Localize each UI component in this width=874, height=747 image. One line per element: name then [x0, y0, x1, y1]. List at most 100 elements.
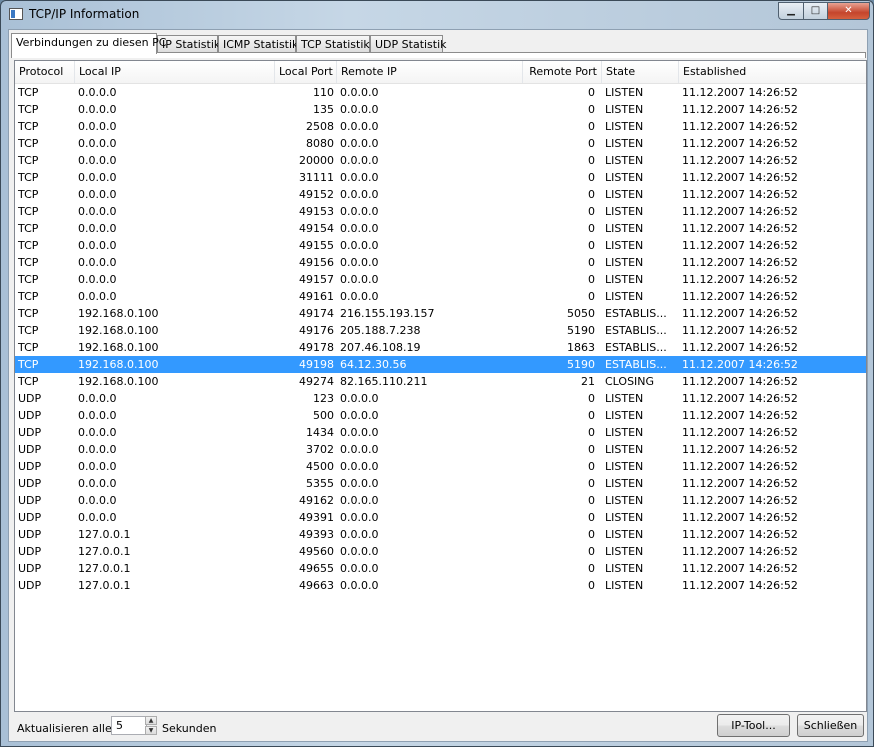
cell-local-ip: 0.0.0.0 — [78, 511, 117, 524]
table-row[interactable]: TCP 192.168.0.100 49178 207.46.108.19 1863 ES… — [15, 339, 866, 356]
table-row[interactable]: TCP 0.0.0.0 49153 0.0.0.0 0 LISTEN 11.12.2007 … — [15, 203, 866, 220]
connections-list[interactable]: Protocol Local IP Local Port Remote IP R… — [14, 60, 867, 712]
cell-established: 11.12.2007 14:26:52 — [682, 341, 798, 354]
cell-protocol: UDP — [18, 392, 42, 405]
table-row[interactable]: UDP 0.0.0.0 500 0.0.0.0 0 LISTEN 11.12.2007 14… — [15, 407, 866, 424]
table-row[interactable]: TCP 0.0.0.0 49156 0.0.0.0 0 LISTEN 11.12.2007 … — [15, 254, 866, 271]
cell-established: 11.12.2007 14:26:52 — [682, 290, 798, 303]
table-row[interactable]: UDP 127.0.0.1 49663 0.0.0.0 0 LISTEN 11.12.200… — [15, 577, 866, 594]
cell-established: 11.12.2007 14:26:52 — [682, 545, 798, 558]
table-row[interactable]: TCP 0.0.0.0 49154 0.0.0.0 0 LISTEN 11.12.2007 … — [15, 220, 866, 237]
column-header-protocol[interactable]: Protocol — [15, 61, 75, 83]
cell-state: LISTEN — [605, 460, 644, 473]
cell-state: LISTEN — [605, 120, 644, 133]
cell-local-ip: 0.0.0.0 — [78, 137, 117, 150]
table-row[interactable]: UDP 0.0.0.0 49162 0.0.0.0 0 LISTEN 11.12.2007 … — [15, 492, 866, 509]
cell-remote-ip: 0.0.0.0 — [340, 426, 379, 439]
cell-remote-port: 0 — [588, 222, 595, 235]
cell-remote-port: 0 — [588, 460, 595, 473]
table-row[interactable]: UDP 127.0.0.1 49655 0.0.0.0 0 LISTEN 11.12.200… — [15, 560, 866, 577]
table-row[interactable]: TCP 0.0.0.0 8080 0.0.0.0 0 LISTEN 11.12.2007 1… — [15, 135, 866, 152]
table-row[interactable]: TCP 192.168.0.100 49174 216.155.193.157 5050… — [15, 305, 866, 322]
cell-local-ip: 0.0.0.0 — [78, 426, 117, 439]
tab-udp-statistik[interactable]: UDP Statistik — [370, 35, 447, 53]
cell-state: LISTEN — [605, 103, 644, 116]
cell-local-ip: 127.0.0.1 — [78, 562, 131, 575]
cell-established: 11.12.2007 14:26:52 — [682, 426, 798, 439]
cell-established: 11.12.2007 14:26:52 — [682, 239, 798, 252]
column-header-local-port[interactable]: Local Port — [275, 61, 337, 83]
window-close-button[interactable]: ✕ — [827, 2, 870, 20]
column-header-established[interactable]: Established — [679, 61, 866, 83]
tab-icmp-statistik[interactable]: ICMP Statistik — [218, 35, 298, 53]
minimize-button[interactable]: ▁ — [778, 2, 804, 20]
spin-up-icon[interactable]: ▲ — [145, 716, 157, 725]
maximize-button[interactable]: □ — [803, 2, 828, 20]
table-row[interactable]: TCP 192.168.0.100 49198 64.12.30.56 5190 ESTA… — [15, 356, 866, 373]
tab-tcp-statistik[interactable]: TCP Statistik — [296, 35, 370, 53]
table-row[interactable]: UDP 127.0.0.1 49560 0.0.0.0 0 LISTEN 11.12.200… — [15, 543, 866, 560]
table-row[interactable]: TCP 0.0.0.0 20000 0.0.0.0 0 LISTEN 11.12.2007 … — [15, 152, 866, 169]
spin-down-icon[interactable]: ▼ — [145, 726, 157, 735]
cell-local-ip: 0.0.0.0 — [78, 239, 117, 252]
cell-local-ip: 0.0.0.0 — [78, 494, 117, 507]
cell-remote-ip: 82.165.110.211 — [340, 375, 428, 388]
cell-protocol: TCP — [18, 358, 39, 371]
table-row[interactable]: UDP 0.0.0.0 5355 0.0.0.0 0 LISTEN 11.12.2007 1… — [15, 475, 866, 492]
close-button[interactable]: Schließen — [797, 714, 864, 737]
cell-remote-port: 0 — [588, 562, 595, 575]
cell-remote-ip: 0.0.0.0 — [340, 205, 379, 218]
cell-remote-ip: 0.0.0.0 — [340, 511, 379, 524]
cell-protocol: UDP — [18, 528, 42, 541]
column-header-remote-port[interactable]: Remote Port — [523, 61, 602, 83]
cell-local-port: 3702 — [306, 443, 334, 456]
ip-tool-button[interactable]: IP-Tool... — [717, 714, 790, 737]
cell-local-ip: 0.0.0.0 — [78, 409, 117, 422]
tab-verbindungen[interactable]: Verbindungen zu diesen PC — [11, 33, 166, 54]
list-header: Protocol Local IP Local Port Remote IP R… — [15, 61, 866, 84]
table-row[interactable]: UDP 0.0.0.0 3702 0.0.0.0 0 LISTEN 11.12.2007 1… — [15, 441, 866, 458]
refresh-interval-input[interactable]: 5 — [111, 716, 147, 735]
cell-remote-port: 0 — [588, 494, 595, 507]
table-row[interactable]: TCP 0.0.0.0 49155 0.0.0.0 0 LISTEN 11.12.2007 … — [15, 237, 866, 254]
cell-protocol: UDP — [18, 494, 42, 507]
table-row[interactable]: TCP 0.0.0.0 49161 0.0.0.0 0 LISTEN 11.12.2007 … — [15, 288, 866, 305]
cell-remote-ip: 0.0.0.0 — [340, 222, 379, 235]
cell-protocol: TCP — [18, 120, 39, 133]
table-row[interactable]: TCP 0.0.0.0 49152 0.0.0.0 0 LISTEN 11.12.2007 … — [15, 186, 866, 203]
table-row[interactable]: TCP 0.0.0.0 49157 0.0.0.0 0 LISTEN 11.12.2007 … — [15, 271, 866, 288]
table-row[interactable]: UDP 0.0.0.0 123 0.0.0.0 0 LISTEN 11.12.2007 14… — [15, 390, 866, 407]
table-row[interactable]: TCP 192.168.0.100 49176 205.188.7.238 5190 ES… — [15, 322, 866, 339]
cell-state: LISTEN — [605, 273, 644, 286]
close-icon: ✕ — [844, 5, 853, 16]
cell-local-ip: 0.0.0.0 — [78, 290, 117, 303]
table-row[interactable]: UDP 0.0.0.0 49391 0.0.0.0 0 LISTEN 11.12.2007 … — [15, 509, 866, 526]
cell-established: 11.12.2007 14:26:52 — [682, 307, 798, 320]
column-header-local-ip[interactable]: Local IP — [75, 61, 275, 83]
tab-ip-statistik[interactable]: IP Statistik — [157, 35, 220, 53]
table-row[interactable]: UDP 0.0.0.0 1434 0.0.0.0 0 LISTEN 11.12.2007 1… — [15, 424, 866, 441]
cell-remote-ip: 0.0.0.0 — [340, 120, 379, 133]
cell-remote-port: 0 — [588, 154, 595, 167]
cell-state: ESTABLIS... — [605, 324, 667, 337]
cell-local-ip: 0.0.0.0 — [78, 392, 117, 405]
cell-protocol: UDP — [18, 426, 42, 439]
title-bar[interactable]: TCP/IP Information ▁ □ ✕ — [1, 1, 873, 29]
cell-local-ip: 0.0.0.0 — [78, 256, 117, 269]
table-row[interactable]: UDP 0.0.0.0 4500 0.0.0.0 0 LISTEN 11.12.2007 1… — [15, 458, 866, 475]
cell-established: 11.12.2007 14:26:52 — [682, 511, 798, 524]
cell-local-port: 49663 — [299, 579, 334, 592]
table-row[interactable]: TCP 0.0.0.0 110 0.0.0.0 0 LISTEN 11.12.2007 14… — [15, 84, 866, 101]
cell-state: ESTABLIS... — [605, 341, 667, 354]
cell-remote-port: 0 — [588, 120, 595, 133]
table-row[interactable]: TCP 0.0.0.0 2508 0.0.0.0 0 LISTEN 11.12.2007 1… — [15, 118, 866, 135]
cell-remote-port: 0 — [588, 188, 595, 201]
table-row[interactable]: UDP 127.0.0.1 49393 0.0.0.0 0 LISTEN 11.12.200… — [15, 526, 866, 543]
table-row[interactable]: TCP 192.168.0.100 49274 82.165.110.211 21 CLO… — [15, 373, 866, 390]
column-header-state[interactable]: State — [602, 61, 679, 83]
table-row[interactable]: TCP 0.0.0.0 135 0.0.0.0 0 LISTEN 11.12.2007 14… — [15, 101, 866, 118]
cell-remote-ip: 0.0.0.0 — [340, 273, 379, 286]
cell-protocol: TCP — [18, 86, 39, 99]
column-header-remote-ip[interactable]: Remote IP — [337, 61, 523, 83]
table-row[interactable]: TCP 0.0.0.0 31111 0.0.0.0 0 LISTEN 11.12.2007 … — [15, 169, 866, 186]
